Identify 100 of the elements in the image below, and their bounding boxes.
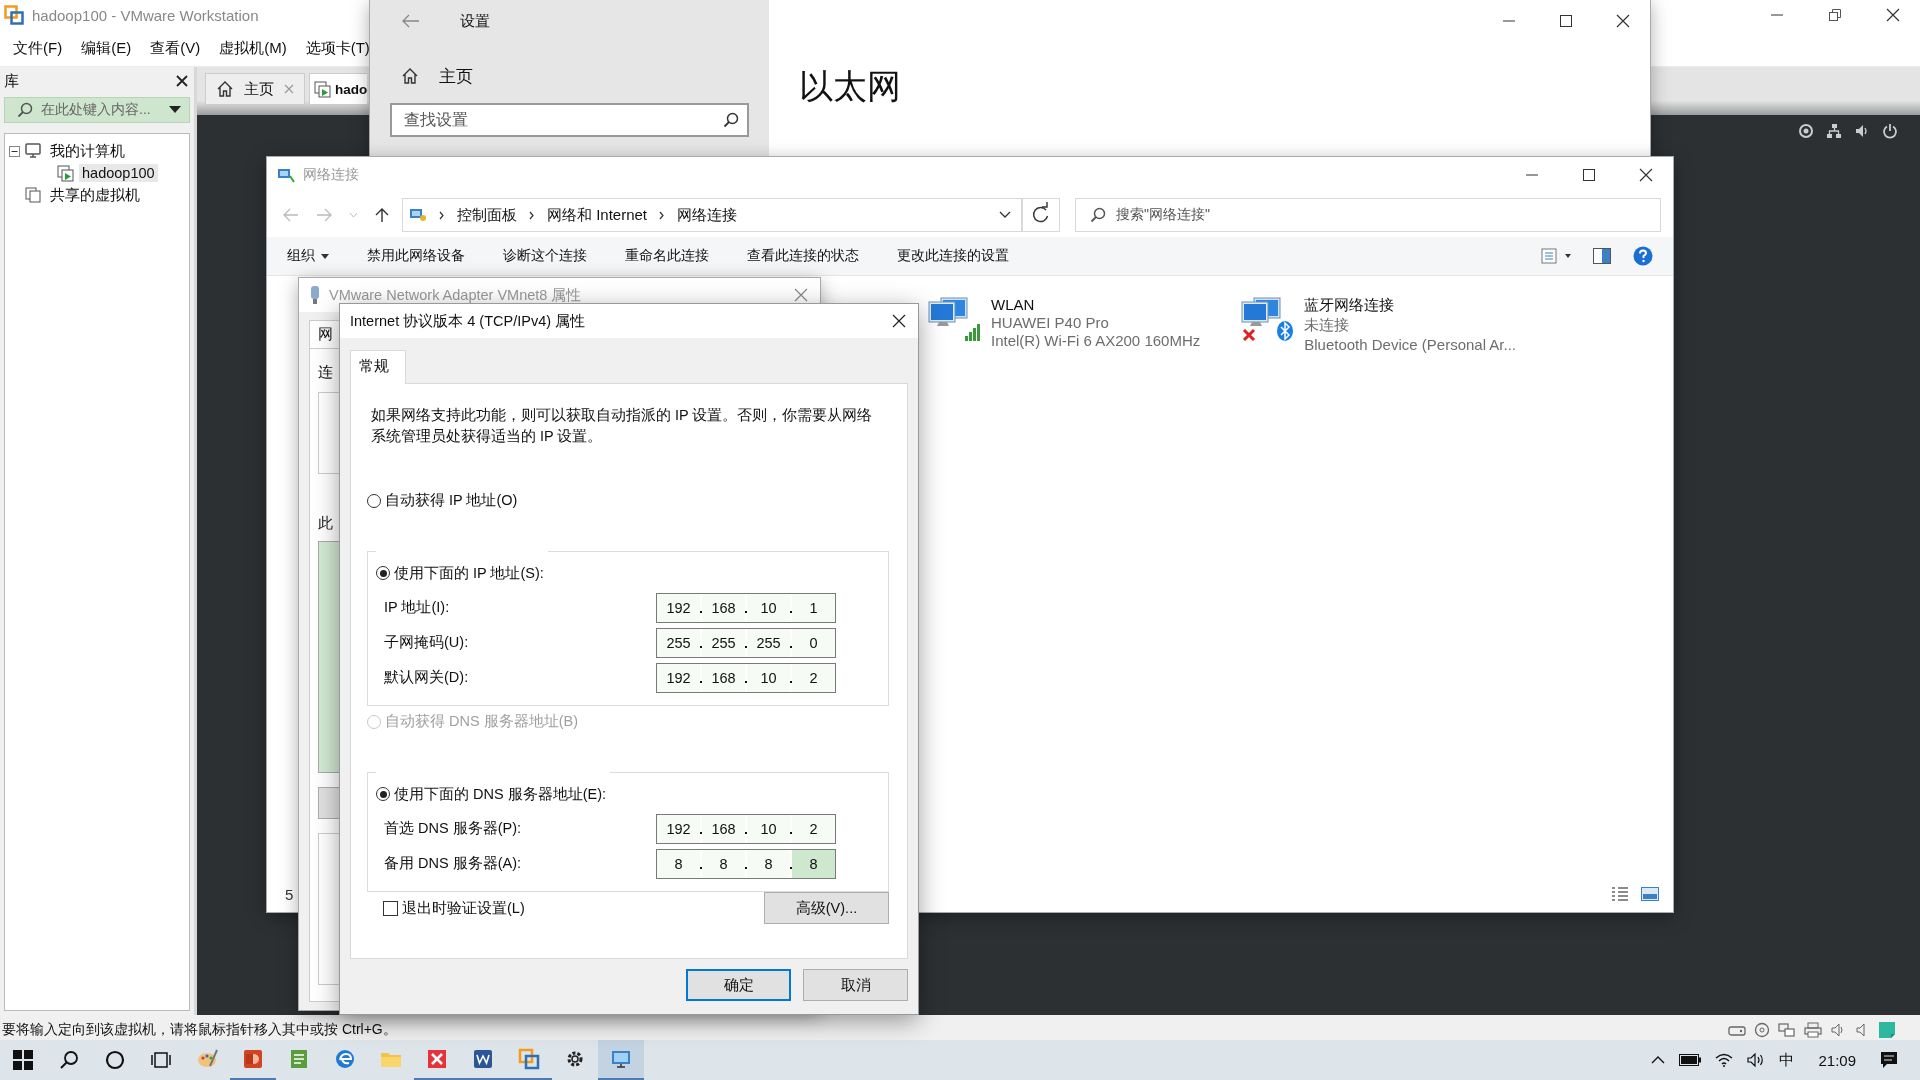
ip-octet-field[interactable]: 192 <box>657 814 700 843</box>
search-field[interactable]: 搜索"网络连接" <box>1075 198 1661 232</box>
menu-button[interactable]: 组织 <box>287 247 329 265</box>
network-adapter-icon <box>1778 1022 1796 1038</box>
menu-item[interactable]: 文件(F) <box>13 38 63 58</box>
battery-icon[interactable] <box>1679 1054 1702 1066</box>
tab[interactable]: hado <box>309 73 368 105</box>
ip-octet-field[interactable]: 1 <box>792 593 835 622</box>
dropdown-icon[interactable] <box>169 106 181 114</box>
toolbar-button[interactable]: 查看此连接的状态 <box>747 247 859 265</box>
toolbar-button[interactable]: 更改此连接的设置 <box>897 247 1009 265</box>
panel-title: 库 <box>4 71 19 91</box>
breadcrumb-item[interactable]: 网络和 Internet <box>547 205 648 225</box>
toolbar-button[interactable]: 禁用此网络设备 <box>367 247 465 265</box>
ip-octet-field[interactable]: 10 <box>747 593 790 622</box>
search-field[interactable]: 在此处键入内容... <box>4 97 190 123</box>
search-field[interactable]: 查找设置 <box>390 103 749 137</box>
power-icon[interactable] <box>1882 123 1898 139</box>
home-icon <box>401 67 419 85</box>
breadcrumb-item[interactable]: 控制面板 <box>457 205 517 225</box>
close-button[interactable] <box>1886 8 1900 22</box>
menu-item[interactable]: 编辑(E) <box>81 38 132 58</box>
radio-option[interactable]: 使用下面的 IP 地址(S): <box>376 562 544 584</box>
start-button[interactable] <box>13 1050 33 1070</box>
breadcrumb-item[interactable]: 网络连接 <box>677 205 738 225</box>
ok-button[interactable]: 确定 <box>686 969 791 1001</box>
address-bar[interactable]: 控制面板 网络和 Internet 网络连接 <box>402 198 1022 232</box>
ip-octet-field[interactable]: 192 <box>657 663 700 692</box>
clock[interactable]: 21:09 <box>1818 1051 1856 1069</box>
view-options-icon[interactable] <box>1541 248 1571 264</box>
wifi-icon[interactable] <box>1715 1053 1734 1067</box>
dropdown-icon[interactable] <box>999 211 1011 219</box>
ip-address-field[interactable]: 255 255 255 0 <box>656 627 836 658</box>
maximize-button[interactable] <box>1582 168 1596 182</box>
notification-icon[interactable] <box>1880 1051 1898 1069</box>
ip-octet-field[interactable]: 255 <box>747 628 790 657</box>
computer-icon <box>25 142 42 160</box>
toolbar-button[interactable]: 诊断这个连接 <box>503 247 587 265</box>
tray-expand-icon[interactable] <box>1651 1056 1666 1064</box>
task-view-icon[interactable] <box>151 1050 171 1070</box>
tree-item[interactable]: 我的计算机 <box>47 140 128 162</box>
search-icon[interactable] <box>59 1050 79 1070</box>
ip-octet-field[interactable]: 192 <box>657 593 700 622</box>
ip-octet-field[interactable]: 0 <box>792 628 835 657</box>
close-button[interactable] <box>176 75 188 87</box>
ip-octet-field[interactable]: 8 <box>792 849 835 878</box>
window-title: VMware Network Adapter VMnet8 属性 <box>329 285 582 305</box>
tab[interactable]: 主页 <box>205 73 305 105</box>
network-icon[interactable] <box>1826 123 1842 139</box>
menu-item[interactable]: 选项卡(T) <box>305 38 370 58</box>
ip-octet-field[interactable]: 8 <box>747 849 790 878</box>
cancel-button[interactable]: 取消 <box>803 969 908 1001</box>
toolbar-button[interactable]: 重命名此连接 <box>625 247 709 265</box>
tree-item[interactable]: 共享的虚拟机 <box>47 184 143 206</box>
ip-octet-field[interactable]: 168 <box>702 663 745 692</box>
ip-address-field[interactable]: 192 168 10 2 <box>656 813 836 844</box>
refresh-button[interactable] <box>1022 198 1060 232</box>
up-icon[interactable] <box>375 207 389 223</box>
ip-octet-field[interactable]: 168 <box>702 814 745 843</box>
restore-button[interactable] <box>1828 8 1842 22</box>
connection-name[interactable]: WLAN <box>991 296 1201 313</box>
window-title: Internet 协议版本 4 (TCP/IPv4) 属性 <box>350 311 586 331</box>
ip-address-field[interactable]: 8 8 8 8 <box>656 848 836 879</box>
preview-pane-icon[interactable] <box>1593 248 1611 264</box>
back-icon[interactable] <box>402 14 420 28</box>
tiles-view-icon[interactable] <box>1641 886 1659 902</box>
checkbox-option[interactable]: 退出时验证设置(L) <box>383 898 525 918</box>
connection-name[interactable]: 蓝牙网络连接 <box>1304 296 1516 315</box>
tab[interactable]: 常规 <box>350 350 406 384</box>
close-button[interactable] <box>1639 168 1653 182</box>
menu-item[interactable]: 虚拟机(M) <box>219 38 287 58</box>
app-logo-icon <box>4 5 24 25</box>
ip-octet-field[interactable]: 10 <box>747 663 790 692</box>
volume-icon[interactable] <box>1747 1053 1766 1067</box>
advanced-button[interactable]: 高级(V)... <box>764 892 889 924</box>
ip-octet-field[interactable]: 255 <box>657 628 700 657</box>
ip-octet-field[interactable]: 8 <box>657 849 700 878</box>
radio-option[interactable]: 使用下面的 DNS 服务器地址(E): <box>376 783 607 805</box>
close-button[interactable] <box>1616 14 1630 28</box>
input-method-indicator[interactable]: 中 <box>1779 1050 1795 1070</box>
ip-address-field[interactable]: 192 168 10 1 <box>656 592 836 623</box>
menu-item[interactable]: 查看(V) <box>150 38 201 58</box>
ip-address-field[interactable]: 192 168 10 2 <box>656 662 836 693</box>
speaker-icon[interactable] <box>1854 123 1870 139</box>
ip-octet-field[interactable]: 255 <box>702 628 745 657</box>
tree-item[interactable]: hadoop100 <box>79 164 158 182</box>
nav-item[interactable]: 主页 <box>390 62 749 90</box>
target-icon[interactable] <box>1798 123 1814 139</box>
radio-option[interactable]: 自动获得 IP 地址(O) <box>367 491 889 510</box>
details-view-icon[interactable] <box>1611 886 1629 902</box>
collapse-icon[interactable] <box>9 145 20 157</box>
assistant-icon[interactable] <box>105 1050 125 1070</box>
help-icon[interactable] <box>1633 246 1653 266</box>
ip-octet-field[interactable]: 168 <box>702 593 745 622</box>
close-button[interactable] <box>892 314 906 328</box>
ip-octet-field[interactable]: 10 <box>747 814 790 843</box>
ip-octet-field[interactable]: 2 <box>792 814 835 843</box>
ip-octet-field[interactable]: 8 <box>702 849 745 878</box>
ip-octet-field[interactable]: 2 <box>792 663 835 692</box>
maximize-button[interactable] <box>1559 14 1573 28</box>
